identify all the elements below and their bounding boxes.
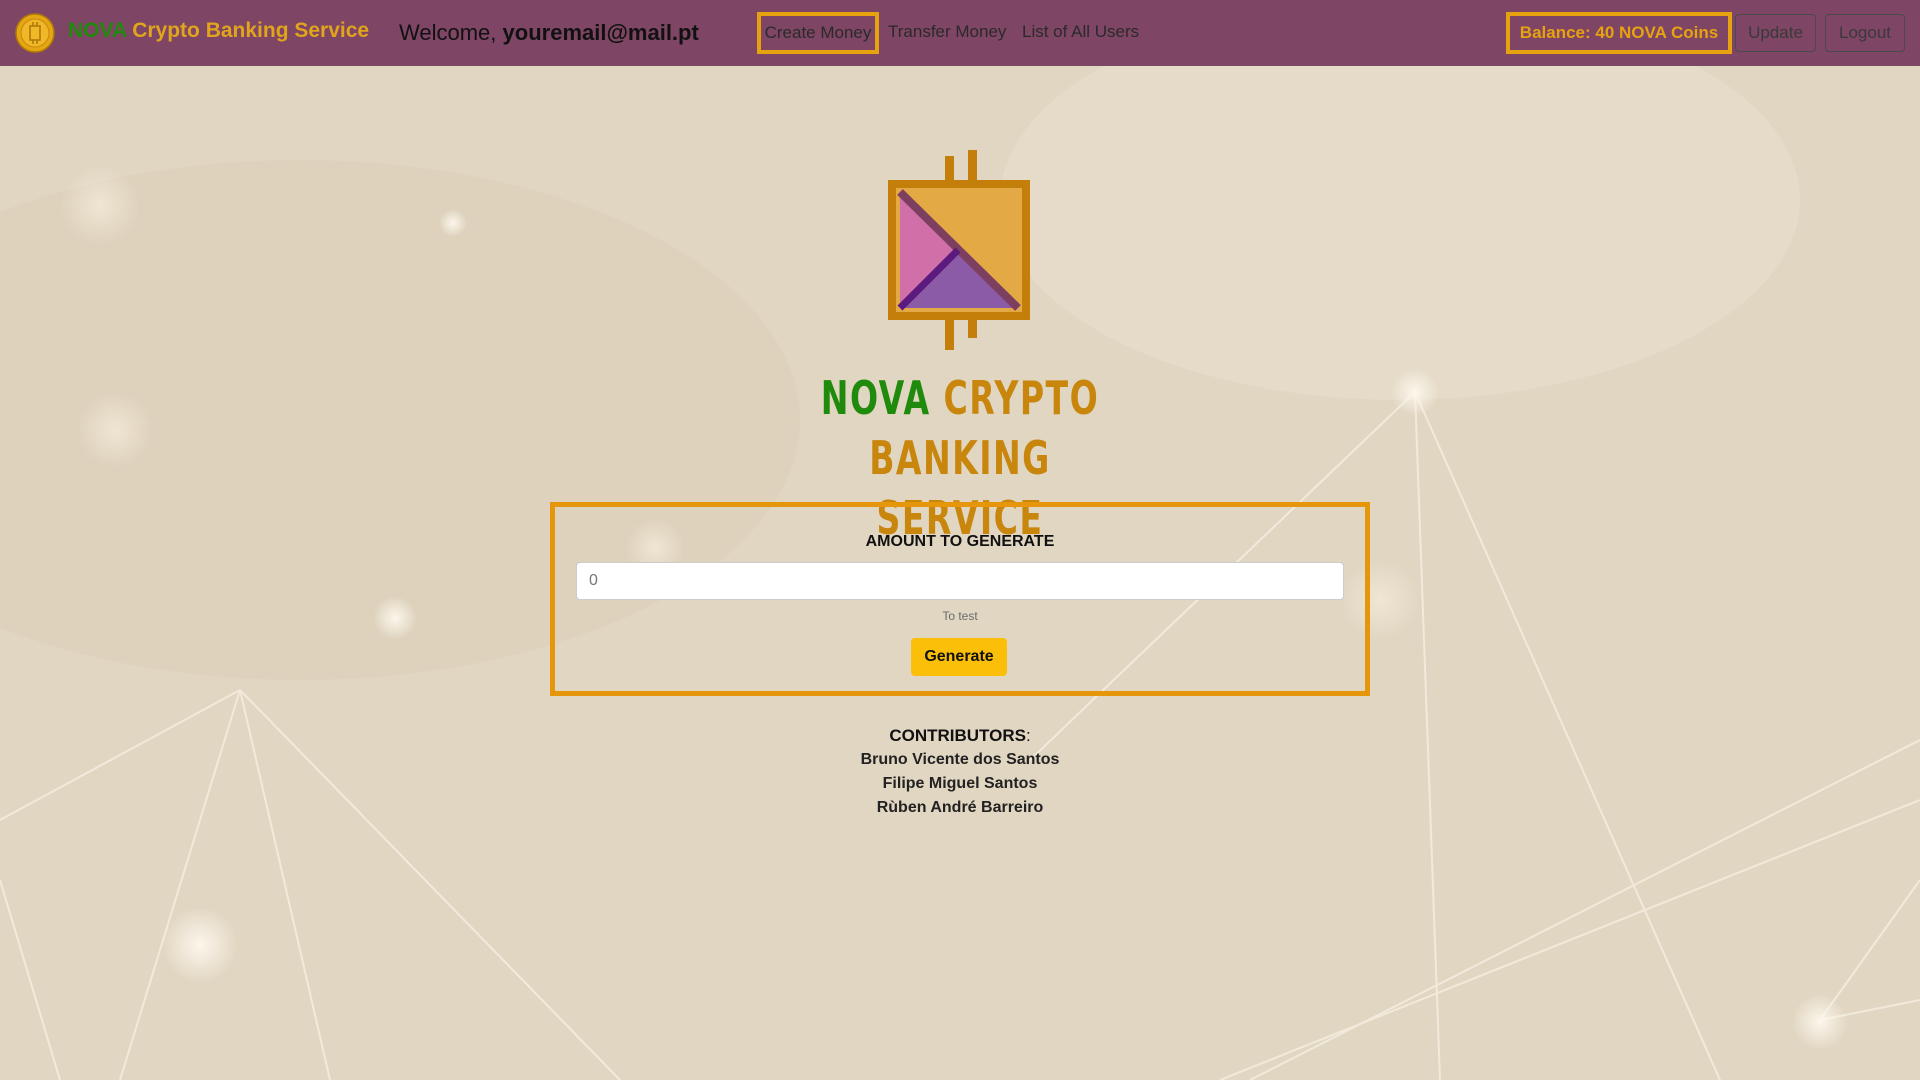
user-email: youremail@mail.pt bbox=[502, 20, 699, 45]
welcome-prefix: Welcome, bbox=[399, 20, 497, 45]
nav-list-users[interactable]: List of All Users bbox=[1022, 22, 1139, 42]
brand-name: Crypto Banking Service bbox=[132, 19, 370, 42]
balance-badge: Balance: 40 NOVA Coins bbox=[1506, 12, 1732, 54]
generate-button[interactable]: Generate bbox=[911, 638, 1007, 676]
generate-form: AMOUNT TO GENERATE To test Generate bbox=[550, 502, 1370, 696]
welcome-message: Welcome, youremail@mail.pt bbox=[399, 20, 699, 46]
logout-button[interactable]: Logout bbox=[1825, 14, 1905, 52]
title-nova: NOVA bbox=[820, 371, 931, 425]
brand-nova: NOVA bbox=[68, 19, 127, 42]
amount-help-text: To test bbox=[942, 609, 978, 623]
update-button[interactable]: Update bbox=[1735, 14, 1816, 52]
amount-label: AMOUNT TO GENERATE bbox=[865, 533, 1055, 550]
contributor-name: Rùben André Barreiro bbox=[876, 799, 1044, 816]
crypto-logo-icon bbox=[888, 150, 1030, 350]
title-crypto: CRYPTO bbox=[943, 371, 1100, 425]
contributors-separator: : bbox=[1025, 726, 1031, 745]
nav-create-money[interactable]: Create Money bbox=[757, 12, 879, 54]
top-navbar: NOVA Crypto Banking Service Welcome, you… bbox=[0, 0, 1920, 66]
brand-link[interactable]: NOVA Crypto Banking Service bbox=[68, 19, 369, 43]
contributor-name: Filipe Miguel Santos bbox=[882, 775, 1038, 792]
coin-icon[interactable] bbox=[15, 13, 55, 53]
contributors-section: CONTRIBUTORS: Bruno Vicente dos Santos F… bbox=[760, 724, 1160, 820]
nav-transfer-money[interactable]: Transfer Money bbox=[888, 22, 1006, 42]
contributors-title: CONTRIBUTORS bbox=[889, 726, 1026, 745]
amount-input[interactable] bbox=[576, 562, 1344, 600]
contributor-name: Bruno Vicente dos Santos bbox=[860, 751, 1060, 768]
